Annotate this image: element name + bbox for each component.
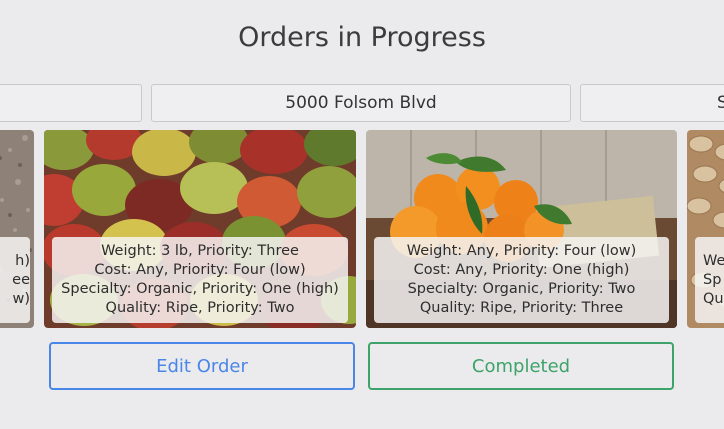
detail-line: Sp <box>703 271 722 288</box>
detail-line: ee <box>12 271 30 288</box>
detail-line-quality: Quality: Ripe, Priority: Three <box>419 300 624 316</box>
order-card-gravel: h) ee w) <box>0 130 34 328</box>
detail-line-specialty: Specialty: Organic, Priority: Two <box>407 281 636 297</box>
detail-line-cost: Cost: Any, Priority: One (high) <box>413 262 630 278</box>
detail-line: Qu <box>703 290 724 307</box>
order-card-mangoes: Weight: 3 lb, Priority: Three Cost: Any,… <box>44 130 356 328</box>
detail-line: h) <box>15 252 30 269</box>
detail-line-cost: Cost: Any, Priority: Four (low) <box>94 262 306 278</box>
address-tab-right[interactable]: S <box>580 84 724 122</box>
completed-button[interactable]: Completed <box>368 342 674 390</box>
address-tab-5000-folsom[interactable]: 5000 Folsom Blvd <box>151 84 571 122</box>
order-card-oranges: Weight: Any, Priority: Four (low) Cost: … <box>366 130 677 328</box>
order-details: Weight: 3 lb, Priority: Three Cost: Any,… <box>52 237 348 323</box>
detail-line-specialty: Specialty: Organic, Priority: One (high) <box>61 281 339 297</box>
detail-line-weight: Weight: 3 lb, Priority: Three <box>101 243 299 259</box>
detail-line-weight: Weight: Any, Priority: Four (low) <box>406 243 637 259</box>
detail-line: We <box>703 252 724 269</box>
detail-line-quality: Quality: Ripe, Priority: Two <box>105 300 295 316</box>
order-details: h) ee w) <box>0 237 30 323</box>
address-tab-left[interactable] <box>0 84 142 122</box>
order-details: We Sp Qu <box>695 237 724 323</box>
order-card-pistachios: We Sp Qu <box>687 130 724 328</box>
page-title: Orders in Progress <box>238 22 486 53</box>
order-details: Weight: Any, Priority: Four (low) Cost: … <box>374 237 669 323</box>
edit-order-button[interactable]: Edit Order <box>49 342 355 390</box>
detail-line: w) <box>12 290 30 307</box>
